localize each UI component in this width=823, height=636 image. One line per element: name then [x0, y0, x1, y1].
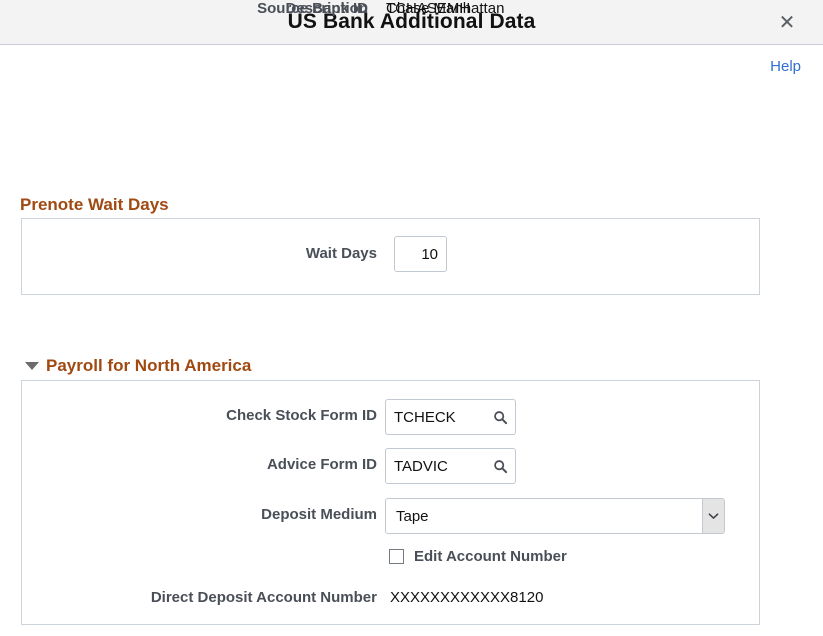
direct-deposit-account-number-label: Direct Deposit Account Number: [150, 589, 377, 606]
close-icon[interactable]: ✕: [773, 9, 801, 37]
check-stock-form-id-input[interactable]: [386, 400, 485, 434]
wait-days-label: Wait Days: [305, 245, 377, 262]
description-label: Description: [285, 0, 368, 17]
edit-account-number-row[interactable]: Edit Account Number: [389, 548, 567, 565]
description-value: Chase Manhattan: [386, 0, 505, 17]
deposit-medium-select[interactable]: Tape: [385, 498, 725, 534]
check-stock-form-id-label: Check Stock Form ID: [226, 407, 377, 424]
triangle-down-icon[interactable]: [25, 362, 39, 370]
deposit-medium-selected-value: Tape: [396, 507, 429, 525]
check-stock-form-id-field[interactable]: [385, 399, 516, 435]
advice-form-id-input[interactable]: [386, 449, 485, 483]
prenote-section-title: Prenote Wait Days: [20, 195, 169, 214]
help-link[interactable]: Help: [770, 58, 801, 75]
advice-form-id-label: Advice Form ID: [266, 456, 377, 473]
chevron-down-icon[interactable]: [702, 499, 724, 533]
advice-form-id-field[interactable]: [385, 448, 516, 484]
wait-days-input[interactable]: [394, 236, 447, 272]
search-icon[interactable]: [485, 449, 515, 483]
deposit-medium-label: Deposit Medium: [261, 506, 377, 523]
direct-deposit-account-number-value: XXXXXXXXXXXX8120: [390, 589, 544, 606]
description-row: Description Chase Manhattan: [0, 0, 640, 17]
edit-account-number-label: Edit Account Number: [414, 548, 567, 565]
search-icon[interactable]: [485, 400, 515, 434]
payroll-section-title: Payroll for North America: [46, 356, 252, 375]
edit-account-number-checkbox[interactable]: [389, 549, 404, 564]
